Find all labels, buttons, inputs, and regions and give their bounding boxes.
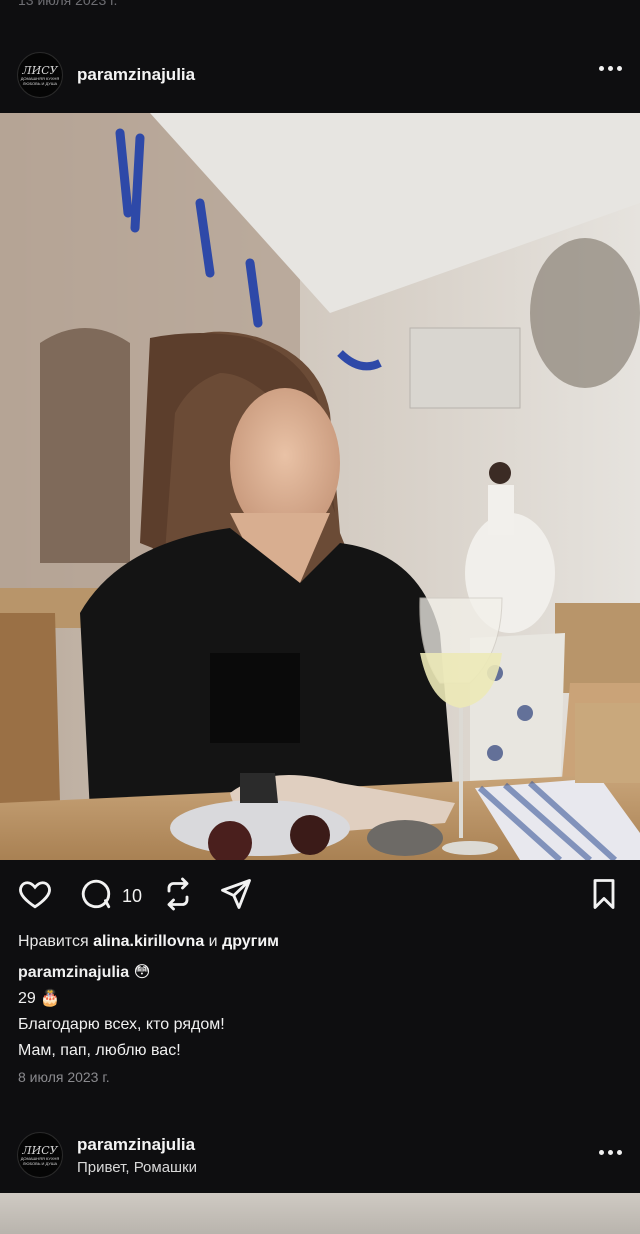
next-post-photo[interactable] bbox=[0, 1193, 640, 1234]
caption-username[interactable]: paramzinajulia bbox=[18, 964, 129, 981]
avatar-logo-subtext: ДОМАШНЯЯ КУХНЯ ЛЮБОВЬ И ДУША bbox=[20, 1155, 60, 1166]
repost-icon[interactable] bbox=[160, 876, 196, 917]
more-icon[interactable] bbox=[599, 1150, 622, 1155]
more-icon[interactable] bbox=[599, 66, 622, 71]
next-post-header: ЛИСУ ДОМАШНЯЯ КУХНЯ ЛЮБОВЬ И ДУША paramz… bbox=[0, 1130, 640, 1180]
likes-prefix: Нравится bbox=[18, 933, 89, 950]
avatar[interactable]: ЛИСУ ДОМАШНЯЯ КУХНЯ ЛЮБОВЬ И ДУША bbox=[17, 52, 63, 98]
post-username[interactable]: paramzinajulia bbox=[77, 65, 195, 85]
bookmark-icon[interactable] bbox=[586, 876, 622, 917]
avatar[interactable]: ЛИСУ ДОМАШНЯЯ КУХНЯ ЛЮБОВЬ И ДУША bbox=[17, 1132, 63, 1178]
avatar-logo-text: ЛИСУ bbox=[22, 63, 58, 77]
caption-line-1: 29 bbox=[18, 990, 36, 1007]
likes-connector: и bbox=[208, 933, 218, 950]
caption-emoji-cake: 🎂 bbox=[40, 990, 61, 1007]
post-actions: 10 bbox=[0, 872, 640, 920]
comment-icon[interactable] bbox=[78, 876, 114, 917]
avatar-logo-subtext: ДОМАШНЯЯ КУХНЯ ЛЮБОВЬ И ДУША bbox=[20, 75, 60, 86]
next-post-username[interactable]: paramzinajulia bbox=[77, 1135, 197, 1155]
post-photo[interactable] bbox=[0, 113, 640, 860]
avatar-logo-text: ЛИСУ bbox=[22, 1143, 58, 1157]
caption-emoji-flushed: 😳 bbox=[133, 964, 151, 981]
post-date: 8 июля 2023 г. bbox=[18, 1069, 110, 1085]
previous-post-date: 13 июля 2023 г. bbox=[18, 0, 118, 8]
likes-user[interactable]: alina.kirillovna bbox=[93, 933, 204, 950]
next-post-subtitle[interactable]: Привет, Ромашки bbox=[77, 1159, 197, 1176]
send-icon[interactable] bbox=[218, 876, 254, 917]
caption-line-3: Мам, пап, люблю вас! bbox=[18, 1042, 181, 1059]
caption-line-2: Благодарю всех, кто рядом! bbox=[18, 1016, 225, 1033]
post-caption: paramzinajulia 😳 29 🎂 Благодарю всех, кт… bbox=[18, 960, 225, 1064]
post-header: ЛИСУ ДОМАШНЯЯ КУХНЯ ЛЮБОВЬ И ДУША paramz… bbox=[0, 48, 640, 102]
comment-count: 10 bbox=[122, 886, 143, 906]
likes-line: Нравится alina.kirillovna и другим bbox=[18, 933, 279, 951]
likes-others[interactable]: другим bbox=[222, 933, 279, 950]
heart-icon[interactable] bbox=[17, 876, 53, 917]
